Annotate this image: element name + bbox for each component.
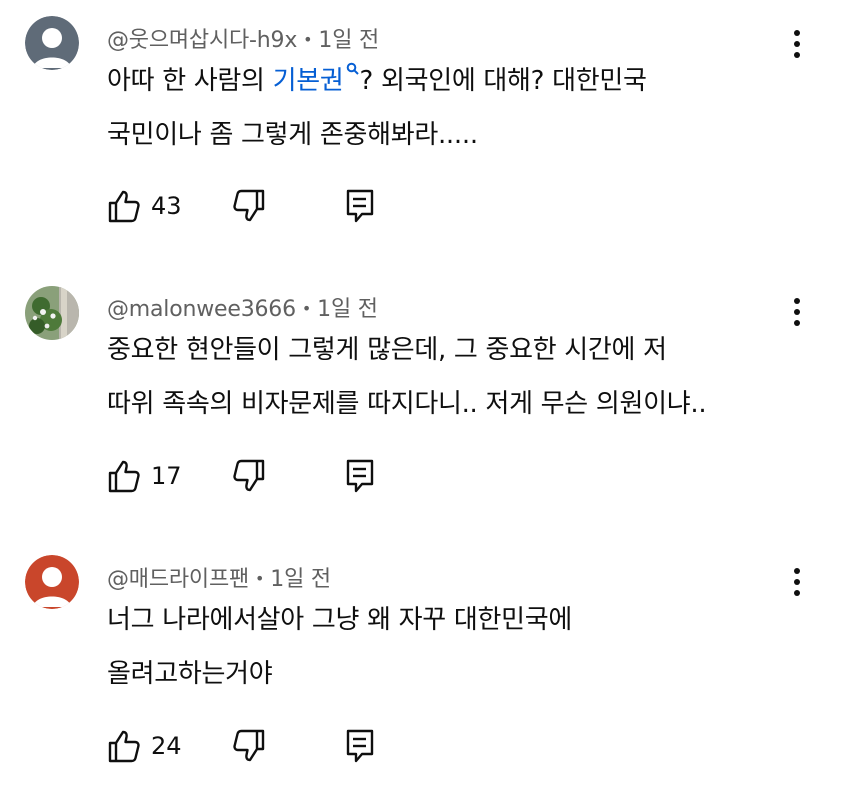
reply-button[interactable] xyxy=(345,188,375,228)
reply-icon xyxy=(346,459,374,493)
like-count: 17 xyxy=(151,462,182,490)
dislike-button[interactable] xyxy=(232,458,266,498)
more-vert-icon[interactable] xyxy=(783,292,811,332)
author-name[interactable]: @매드라이프팬 xyxy=(107,567,249,592)
comment-meta: @malonwee3666 • 1일 전 xyxy=(107,291,378,323)
thumbs-down-icon xyxy=(233,459,265,492)
more-vert-icon[interactable] xyxy=(783,562,811,602)
comment-line: 아따 한 사람의 기본권? 외국인에 대해? 대한민국 xyxy=(107,54,757,108)
dislike-button[interactable] xyxy=(232,728,266,768)
comment-line: 따위 족속의 비자문제를 따지다니.. 저게 무슨 의원이냐.. xyxy=(107,389,707,419)
timestamp[interactable]: 1일 전 xyxy=(318,28,379,53)
like-button[interactable]: 24 xyxy=(107,728,182,768)
separator: • xyxy=(303,30,313,49)
separator: • xyxy=(255,569,265,588)
reply-button[interactable] xyxy=(345,728,375,768)
comment-line: 중요한 현안들이 그렇게 많은데, 그 중요한 시간에 저 xyxy=(107,335,667,365)
comment-text: 아따 한 사람의 기본권? 외국인에 대해? 대한민국 국민이나 좀 그렇게 존… xyxy=(107,54,757,162)
comment-line: 국민이나 좀 그렇게 존중해봐라..... xyxy=(107,120,478,150)
avatar[interactable] xyxy=(25,555,79,609)
comment-meta: @웃으며삽시다-h9x • 1일 전 xyxy=(107,22,379,54)
timestamp[interactable]: 1일 전 xyxy=(270,567,331,592)
more-vert-icon[interactable] xyxy=(783,24,811,64)
separator: • xyxy=(301,299,312,318)
comment-meta: @매드라이프팬 • 1일 전 xyxy=(107,561,331,593)
reply-button[interactable] xyxy=(345,458,375,498)
like-button[interactable]: 17 xyxy=(107,458,182,498)
like-button[interactable]: 43 xyxy=(107,188,182,228)
search-icon xyxy=(346,62,359,75)
thumbs-up-icon xyxy=(108,460,140,493)
like-count: 43 xyxy=(151,192,182,220)
author-name[interactable]: @malonwee3666 xyxy=(107,297,296,322)
avatar[interactable] xyxy=(25,286,79,340)
dislike-button[interactable] xyxy=(232,188,266,228)
author-name[interactable]: @웃으며삽시다-h9x xyxy=(107,28,297,53)
comment-text: 중요한 현안들이 그렇게 많은데, 그 중요한 시간에 저 따위 족속의 비자문… xyxy=(107,323,757,431)
reply-icon xyxy=(346,729,374,763)
thumbs-up-icon xyxy=(108,190,140,223)
thumbs-down-icon xyxy=(233,189,265,222)
comment-line: 올려고하는거야 xyxy=(107,659,273,689)
avatar[interactable] xyxy=(25,16,79,70)
like-count: 24 xyxy=(151,732,182,760)
thumbs-up-icon xyxy=(108,730,140,763)
comment-line: 너그 나라에서살아 그냥 왜 자꾸 대한민국에 xyxy=(107,605,572,635)
hashtag-search-link[interactable]: 기본권 xyxy=(273,62,360,96)
thumbs-down-icon xyxy=(233,729,265,762)
reply-icon xyxy=(346,189,374,223)
timestamp[interactable]: 1일 전 xyxy=(317,297,378,322)
comment-text: 너그 나라에서살아 그냥 왜 자꾸 대한민국에 올려고하는거야 xyxy=(107,593,757,701)
